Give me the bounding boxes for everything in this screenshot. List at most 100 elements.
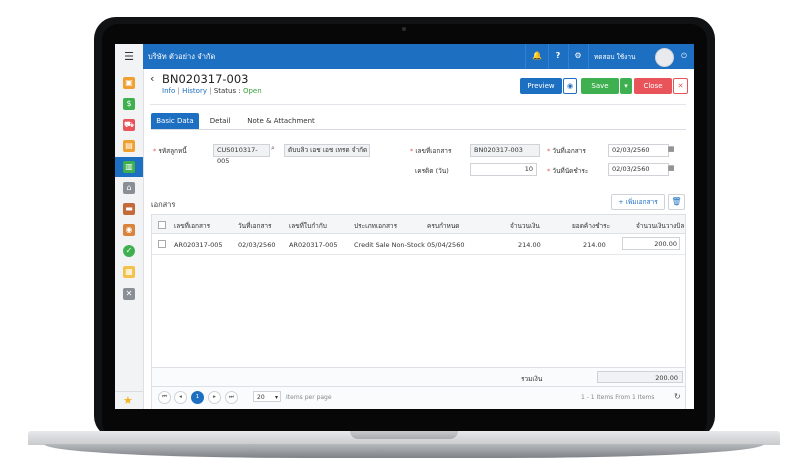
search-icon[interactable]: ⌕ bbox=[271, 144, 275, 153]
power-icon[interactable]: ⏻ bbox=[678, 50, 690, 62]
column-header[interactable]: จำนวนเงิน bbox=[510, 221, 540, 231]
user-name[interactable]: ทดสอบ ใช้งาน bbox=[594, 52, 635, 62]
prev-page-button[interactable]: ◂ bbox=[174, 391, 187, 404]
laptop-notch bbox=[350, 431, 458, 439]
gear-icon[interactable]: ⚙ bbox=[572, 50, 584, 62]
top-bar: ☰ บริษัท ตัวอย่าง จำกัด 🔔 ? ⚙ ทดสอบ ใช้ง… bbox=[115, 44, 694, 69]
delete-button[interactable]: 🗑 bbox=[668, 194, 685, 210]
check-icon: ✓ bbox=[125, 246, 133, 255]
divider bbox=[568, 44, 569, 69]
cell-due-date: 05/04/2560 bbox=[427, 241, 465, 249]
next-page-button[interactable]: ▸ bbox=[208, 391, 221, 404]
sidebar-item-box[interactable]: ▤ bbox=[123, 140, 135, 152]
column-header[interactable]: เลขที่เอกสาร bbox=[174, 221, 210, 231]
sidebar-item-report[interactable]: ▦ bbox=[123, 266, 135, 278]
doc-date-field[interactable]: 02/03/2560 bbox=[608, 144, 669, 157]
next-icon: ▸ bbox=[213, 394, 216, 400]
due-date-label: * วันที่นัดชำระ bbox=[547, 167, 589, 175]
tab-note-attachment[interactable]: Note & Attachment bbox=[243, 113, 319, 129]
table-row[interactable]: AR020317-005 02/03/2560 AR020317-005 Cre… bbox=[152, 234, 685, 255]
customer-name-field: ดับบลิว เอช เอช เทรด จำกัด bbox=[284, 144, 370, 157]
close-button[interactable]: Close bbox=[634, 78, 672, 94]
laptop-base-bottom bbox=[44, 444, 764, 458]
pager-summary: 1 - 1 Items From 1 Items bbox=[581, 394, 655, 401]
sidebar: ▣ $ ⛟ ▤ ▥ ⌂ ▬ ◉ ✓ ▦ ✕ ★ bbox=[115, 69, 144, 409]
column-header[interactable]: ครบกำหนด bbox=[427, 221, 460, 231]
sidebar-item-cart[interactable]: ⛟ bbox=[123, 119, 135, 131]
trash-icon: 🗑 bbox=[671, 197, 682, 206]
status-badge: Open bbox=[242, 87, 262, 95]
tools-icon: ✕ bbox=[125, 289, 133, 298]
preview-options-button[interactable]: ◉ bbox=[563, 78, 577, 94]
book-icon: ▥ bbox=[125, 162, 133, 171]
row-checkbox[interactable] bbox=[158, 240, 166, 248]
close-icon: ✕ bbox=[677, 82, 684, 90]
info-link[interactable]: Info bbox=[162, 87, 175, 95]
history-link[interactable]: History bbox=[182, 87, 207, 95]
calendar-icon[interactable]: ▦ bbox=[668, 164, 675, 172]
calendar-icon[interactable]: ▦ bbox=[668, 145, 675, 153]
eye-icon: ◉ bbox=[566, 82, 574, 90]
add-document-button[interactable]: + เพิ่มเอกสาร bbox=[611, 194, 665, 210]
column-header[interactable]: ประเภทเอกสาร bbox=[354, 221, 397, 231]
select-all-checkbox[interactable] bbox=[158, 221, 166, 229]
due-date-field[interactable]: 02/03/2560 bbox=[608, 163, 669, 176]
column-header[interactable]: จำนวนเงินวางบิล bbox=[636, 221, 684, 231]
billing-amount-input[interactable]: 200.00 bbox=[622, 237, 680, 250]
cell-doc-date: 02/03/2560 bbox=[238, 241, 276, 249]
sidebar-item-book[interactable]: ▥ bbox=[123, 161, 135, 173]
column-header[interactable]: วันที่เอกสาร bbox=[238, 221, 272, 231]
last-page-button[interactable]: ⏭ bbox=[225, 391, 238, 404]
total-label: รวมเงิน bbox=[521, 375, 543, 383]
pager: ⏮ ◂ 1 ▸ ⏭ 20 ▾ Items per page 1 - 1 Items… bbox=[152, 386, 685, 409]
tab-basic-data[interactable]: Basic Data bbox=[151, 113, 199, 129]
breadcrumb: Info | History | Status : Open bbox=[162, 87, 262, 95]
box-icon: ▤ bbox=[125, 141, 133, 150]
avatar[interactable] bbox=[655, 48, 674, 67]
credit-days-label: เครดิต (วัน) bbox=[415, 167, 449, 175]
sidebar-footer: ★ bbox=[115, 391, 143, 409]
tab-detail[interactable]: Detail bbox=[203, 113, 237, 129]
save-dropdown-button[interactable]: ▾ bbox=[620, 78, 632, 94]
column-header[interactable]: ยอดค้างชำระ bbox=[572, 221, 610, 231]
sidebar-item-tools[interactable]: ✕ bbox=[123, 288, 135, 300]
doc-date-label: * วันที่เอกสาร bbox=[547, 147, 586, 155]
wallet-icon: ▬ bbox=[125, 204, 133, 213]
column-header[interactable]: เลขที่ใบกำกับ bbox=[289, 221, 327, 231]
cell-invoice-no: AR020317-005 bbox=[289, 241, 338, 249]
divider bbox=[525, 44, 526, 69]
caret-down-icon: ▾ bbox=[274, 394, 278, 401]
customer-code-field[interactable]: CUS010317-005 bbox=[213, 144, 270, 165]
sidebar-item-support[interactable]: ◉ bbox=[123, 224, 135, 236]
preview-button[interactable]: Preview bbox=[520, 78, 562, 94]
hamburger-menu-icon[interactable]: ☰ bbox=[115, 44, 143, 69]
divider bbox=[150, 104, 686, 105]
sidebar-item-check[interactable]: ✓ bbox=[123, 245, 135, 257]
bell-icon[interactable]: 🔔 bbox=[531, 50, 543, 62]
customer-code-label: * รหัสลูกหนี้ bbox=[153, 147, 187, 155]
refresh-icon[interactable]: ↻ bbox=[674, 392, 681, 401]
back-chevron-icon[interactable]: ‹ bbox=[150, 72, 154, 85]
cell-outstanding: 214.00 bbox=[583, 241, 606, 249]
app-screen: ☰ บริษัท ตัวอย่าง จำกัด 🔔 ? ⚙ ทดสอบ ใช้ง… bbox=[115, 44, 694, 409]
sidebar-item-dashboard[interactable]: ▣ bbox=[123, 77, 135, 89]
star-icon[interactable]: ★ bbox=[123, 394, 133, 407]
help-icon[interactable]: ? bbox=[552, 50, 564, 62]
close-x-button[interactable]: ✕ bbox=[673, 78, 688, 94]
table-header: เลขที่เอกสาร วันที่เอกสาร เลขที่ใบกำกับ … bbox=[152, 215, 685, 234]
save-button[interactable]: Save bbox=[581, 78, 619, 94]
first-page-button[interactable]: ⏮ bbox=[158, 391, 171, 404]
report-icon: ▦ bbox=[125, 267, 133, 276]
last-page-icon: ⏭ bbox=[229, 394, 234, 400]
cell-doc-no: AR020317-005 bbox=[174, 241, 223, 249]
page-size-select[interactable]: 20 ▾ bbox=[253, 391, 281, 402]
cell-doc-type: Credit Sale Non-Stock bbox=[354, 241, 425, 249]
documents-table: เลขที่เอกสาร วันที่เอกสาร เลขที่ใบกำกับ … bbox=[151, 214, 686, 409]
doc-no-field: BN020317-003 bbox=[470, 144, 540, 157]
sidebar-item-money[interactable]: $ bbox=[123, 98, 135, 110]
page-number-button[interactable]: 1 bbox=[191, 391, 204, 404]
sidebar-item-bank[interactable]: ⌂ bbox=[123, 182, 135, 194]
bank-icon: ⌂ bbox=[126, 183, 132, 192]
sidebar-item-wallet[interactable]: ▬ bbox=[123, 203, 135, 215]
credit-days-field[interactable]: 10 bbox=[470, 163, 537, 176]
